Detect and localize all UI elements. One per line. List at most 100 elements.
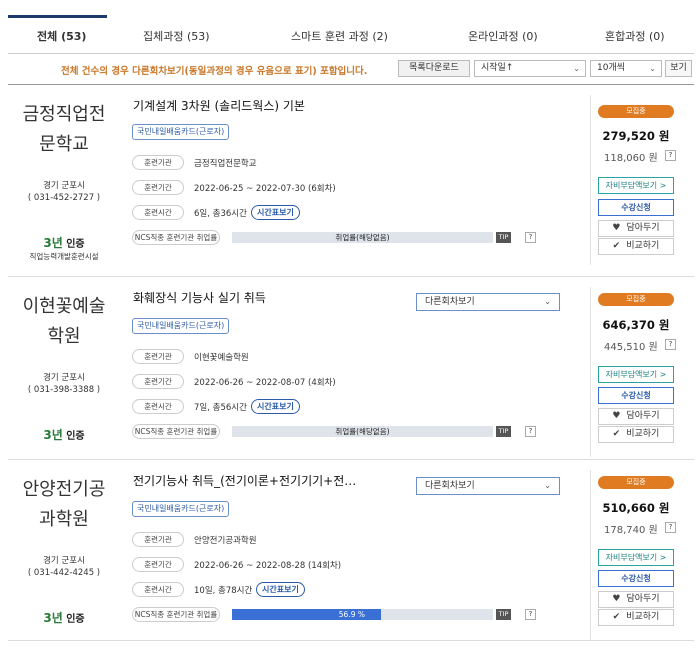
period-value: 2022-06-26 ~ 2022-08-07 (4회차) <box>194 378 336 388</box>
card-divider <box>590 287 591 457</box>
self-pay-button[interactable]: 자비부담액보기 > <box>598 549 674 566</box>
cert-subtitle: 직업능력개발훈련시설 <box>29 252 99 261</box>
employment-rate-text: 취업률(해당없음) <box>335 427 390 436</box>
tab-group-course[interactable]: 집체과정 (53) <box>143 28 210 44</box>
check-icon: ✔ <box>612 241 621 251</box>
status-badge: 모집중 <box>598 105 674 118</box>
period-label: 훈련기간 <box>132 180 184 195</box>
period-label: 훈련기간 <box>132 374 184 389</box>
wishlist-label: 담아두기 <box>626 411 660 421</box>
cert-years: 3년 <box>43 428 63 442</box>
time-label: 훈련시간 <box>132 399 184 414</box>
heart-icon: ♥ <box>612 594 621 604</box>
card-separator <box>8 276 694 277</box>
institution-name-line: 이현꽃예술 <box>22 296 106 317</box>
course-title[interactable]: 화훼장식 기능사 실기 취득 <box>133 289 266 306</box>
heart-icon: ♥ <box>612 411 621 421</box>
tip-icon[interactable]: TIP <box>496 232 511 243</box>
course-title[interactable]: 기계설계 3차원 (솔리드웍스) 기본 <box>133 97 305 114</box>
tabs-divider <box>8 53 694 54</box>
sort-select[interactable]: 시작일↑ ⌄ <box>474 60 586 77</box>
tip-icon[interactable]: TIP <box>496 609 511 620</box>
active-tab-indicator <box>8 15 107 18</box>
institution-name-line: 안양전기공 <box>22 479 106 500</box>
tab-all[interactable]: 전체 (53) <box>37 28 86 44</box>
course-price: 646,370 원 <box>602 318 670 332</box>
timetable-button[interactable]: 시간표보기 <box>256 582 305 597</box>
card-divider <box>590 95 591 265</box>
address-phone: ( 031-442-4245 ) <box>27 568 101 578</box>
chevron-down-icon: ⌄ <box>544 481 551 490</box>
self-pay-button[interactable]: 자비부담액보기 > <box>598 177 674 194</box>
other-session-select[interactable]: 다른회차보기 ⌄ <box>416 477 560 495</box>
compare-button[interactable]: ✔ 비교하기 <box>598 609 674 626</box>
card-divider <box>590 470 591 640</box>
institution-name[interactable]: 안양전기공 과학원 <box>8 475 120 535</box>
check-icon: ✔ <box>612 429 621 439</box>
tip-icon[interactable]: TIP <box>496 426 511 437</box>
apply-button[interactable]: 수강신청 <box>598 199 674 216</box>
certification-badge: 3년 인증 <box>8 426 120 443</box>
institution-name[interactable]: 금정직업전 문학교 <box>8 100 120 160</box>
institution-value: 이현꽃예술학원 <box>194 353 249 363</box>
compare-label: 비교하기 <box>626 612 660 622</box>
course-title[interactable]: 전기기능사 취득_(전기이론+전기기기+전… <box>133 472 356 489</box>
tab-blended-course[interactable]: 혼합과정 (0) <box>605 28 665 44</box>
institution-name-line: 금정직업전 <box>22 104 106 125</box>
timetable-button[interactable]: 시간표보기 <box>251 205 300 220</box>
employment-rate-bar: 56.9 % <box>232 609 493 620</box>
institution-address: 경기 군포시 ( 031-442-4245 ) <box>8 555 120 579</box>
status-badge: 모집중 <box>598 293 674 306</box>
wishlist-label: 담아두기 <box>626 594 660 604</box>
cert-label: 인증 <box>66 431 85 442</box>
cert-label: 인증 <box>66 614 85 625</box>
help-icon[interactable]: ? <box>525 232 536 243</box>
time-label: 훈련시간 <box>132 205 184 220</box>
tab-smart-course[interactable]: 스마트 훈련 과정 (2) <box>291 28 388 44</box>
status-badge: 모집중 <box>598 476 674 489</box>
wishlist-button[interactable]: ♥ 담아두기 <box>598 408 674 425</box>
page-size-select[interactable]: 10개씩 ⌄ <box>590 60 662 77</box>
help-icon[interactable]: ? <box>525 426 536 437</box>
institution-name[interactable]: 이현꽃예술 학원 <box>8 292 120 352</box>
time-value: 7일, 총56시간 <box>194 403 247 413</box>
card-separator <box>8 640 694 641</box>
self-pay-button[interactable]: 자비부담액보기 > <box>598 366 674 383</box>
wishlist-label: 담아두기 <box>626 223 660 233</box>
help-icon[interactable]: ? <box>665 339 676 350</box>
check-icon: ✔ <box>612 612 621 622</box>
page-size-value: 10개씩 <box>597 63 626 73</box>
institution-value: 안양전기공과학원 <box>194 536 257 546</box>
wishlist-button[interactable]: ♥ 담아두기 <box>598 591 674 608</box>
address-phone: ( 031-398-3388 ) <box>27 385 101 395</box>
tab-online-course[interactable]: 온라인과정 (0) <box>468 28 538 44</box>
compare-button[interactable]: ✔ 비교하기 <box>598 426 674 443</box>
other-session-label: 다른회차보기 <box>425 297 475 307</box>
chevron-down-icon: ⌄ <box>649 64 656 73</box>
compare-label: 비교하기 <box>626 241 660 251</box>
apply-button[interactable]: 수강신청 <box>598 570 674 587</box>
institution-address: 경기 군포시 ( 031-452-2727 ) <box>8 180 120 204</box>
time-label: 훈련시간 <box>132 582 184 597</box>
other-session-label: 다른회차보기 <box>425 481 475 491</box>
self-pay-price: 178,740 원 <box>604 525 658 536</box>
chevron-down-icon: ⌄ <box>573 64 580 73</box>
other-session-select[interactable]: 다른회차보기 ⌄ <box>416 293 560 311</box>
institution-name-line: 문학교 <box>39 134 89 155</box>
card-type-tag: 국민내일배움카드(근로자) <box>132 318 230 334</box>
course-price: 510,660 원 <box>602 501 670 515</box>
help-icon[interactable]: ? <box>525 609 536 620</box>
wishlist-button[interactable]: ♥ 담아두기 <box>598 220 674 237</box>
help-icon[interactable]: ? <box>665 522 676 533</box>
apply-button[interactable]: 수강신청 <box>598 387 674 404</box>
notice-text: 전체 건수의 경우 다른회차보기(동일과정의 경우 유음으로 표기) 포함입니다… <box>61 66 368 77</box>
compare-button[interactable]: ✔ 비교하기 <box>598 238 674 255</box>
list-download-button[interactable]: 목록다운로드 <box>398 60 470 77</box>
card-type-tag: 국민내일배움카드(근로자) <box>132 124 230 140</box>
self-pay-price: 445,510 원 <box>604 342 658 353</box>
period-value: 2022-06-25 ~ 2022-07-30 (6회차) <box>194 184 336 194</box>
institution-name-line: 학원 <box>47 326 81 347</box>
timetable-button[interactable]: 시간표보기 <box>251 399 300 414</box>
view-button[interactable]: 보기 <box>665 60 692 77</box>
help-icon[interactable]: ? <box>665 150 676 161</box>
